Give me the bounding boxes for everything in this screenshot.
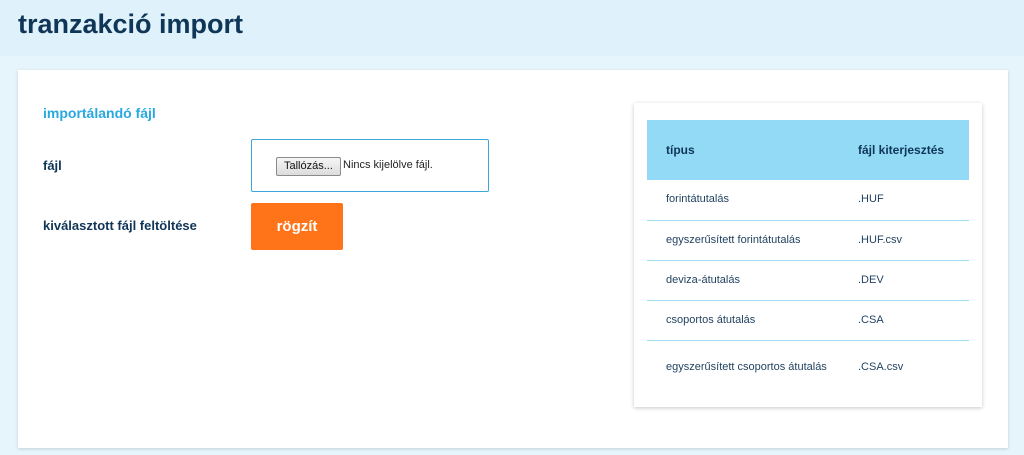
extension-cell: .DEV	[841, 260, 969, 301]
table-row: forintátutalás .HUF	[647, 180, 969, 221]
table-row: csoportos átutalás .CSA	[647, 300, 969, 341]
table-row: egyszerűsített csoportos átutalás .CSA.c…	[647, 340, 969, 395]
header-type: típus	[647, 120, 841, 180]
extension-cell: .HUF	[841, 180, 969, 221]
section-title: importálandó fájl	[43, 105, 156, 121]
file-label: fájl	[43, 158, 62, 173]
header-extension: fájl kiterjesztés	[841, 120, 969, 180]
browse-button[interactable]: Tallózás...	[276, 157, 341, 176]
table-row: egyszerűsített forintátutalás .HUF.csv	[647, 220, 969, 261]
import-panel: importálandó fájl fájl Tallózás... Nincs…	[18, 70, 1008, 448]
type-cell: csoportos átutalás	[647, 300, 841, 341]
extension-cell: .CSA.csv	[858, 361, 904, 374]
file-input[interactable]: Tallózás... Nincs kijelölve fájl.	[251, 139, 489, 192]
type-cell: forintátutalás	[647, 180, 841, 221]
table-row: deviza-átutalás .DEV	[647, 260, 969, 301]
page-title: tranzakció import	[18, 9, 244, 39]
upload-label: kiválasztott fájl feltöltése	[43, 218, 197, 233]
no-file-text: Nincs kijelölve fájl.	[343, 159, 433, 171]
file-types-card: típus fájl kiterjesztés forintátutalás .…	[634, 103, 982, 407]
submit-button[interactable]: rögzít	[251, 203, 343, 250]
extension-cell: .HUF.csv	[841, 220, 969, 261]
extension-cell: .CSA	[841, 300, 969, 341]
page-header: tranzakció import	[0, 0, 1024, 56]
type-cell: deviza-átutalás	[647, 260, 841, 301]
type-cell: egyszerűsített csoportos átutalás	[666, 361, 827, 374]
type-cell: egyszerűsített forintátutalás	[647, 220, 841, 261]
file-types-table: típus fájl kiterjesztés forintátutalás .…	[647, 120, 969, 395]
table-header-row: típus fájl kiterjesztés	[647, 120, 969, 180]
